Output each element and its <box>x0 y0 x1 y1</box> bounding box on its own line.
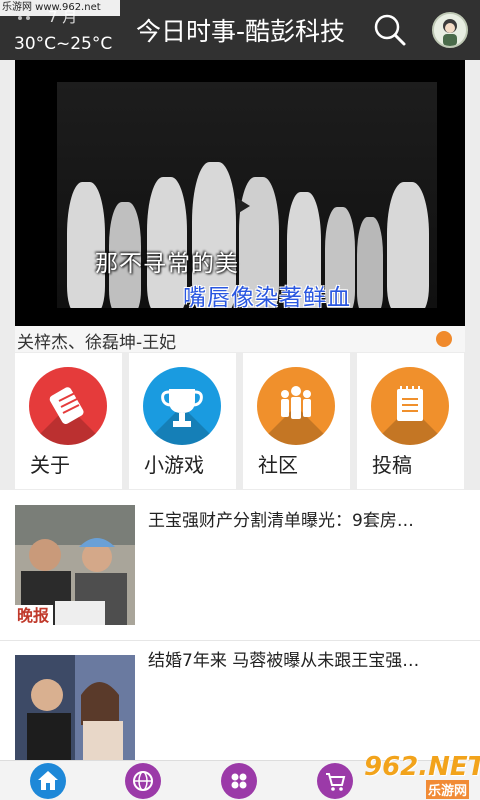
mannequin-shape <box>147 177 187 308</box>
home-icon[interactable] <box>30 763 66 799</box>
shortcut-minigame[interactable]: 小游戏 <box>129 353 236 489</box>
list-item[interactable]: 晚报 王宝强财产分割清单曝光：9套房… <box>0 490 480 638</box>
shortcut-community[interactable]: 社区 <box>243 353 350 489</box>
news-thumbnail[interactable]: 晚报 <box>15 505 135 625</box>
lyric-line-2: 嘴唇像染著鲜血 <box>183 285 351 308</box>
mannequin-shape <box>357 217 383 308</box>
play-icon[interactable] <box>228 192 256 220</box>
people-icon <box>257 367 335 445</box>
document-icon <box>371 367 449 445</box>
carousel-indicator[interactable] <box>436 331 452 347</box>
divider <box>0 640 480 641</box>
thumb-caption: 晚报 <box>17 606 49 625</box>
shortcut-label: 社区 <box>258 453 298 477</box>
scroll-icon <box>29 367 107 445</box>
lyric-line-1: 那不寻常的美 <box>95 251 239 277</box>
shortcut-label: 投稿 <box>372 453 412 477</box>
news-title[interactable]: 结婚7年来 马蓉被曝从未跟王宝强… <box>148 646 448 671</box>
trophy-icon <box>143 367 221 445</box>
video-frame[interactable]: 那不寻常的美 嘴唇像染著鲜血 <box>57 82 437 308</box>
news-list: 晚报 王宝强财产分割清单曝光：9套房… 结婚7年来 马蓉被曝从未跟王宝强… <box>0 490 480 760</box>
apps-icon[interactable] <box>221 763 257 799</box>
watermark-sub-text: 乐游网 <box>426 780 470 799</box>
watermark-bottom: 962.NET 乐游网 <box>360 752 480 799</box>
temperature-label: 30°C~25°C <box>14 34 113 54</box>
search-icon[interactable] <box>370 10 410 50</box>
watermark-logo-text: 962.NET <box>364 752 480 782</box>
mannequin-shape <box>387 182 429 308</box>
avatar-icon <box>434 14 466 46</box>
news-thumbnail[interactable] <box>15 655 135 760</box>
shortcut-label: 小游戏 <box>144 453 204 477</box>
globe-icon[interactable] <box>125 763 161 799</box>
avatar[interactable] <box>432 12 468 48</box>
shortcut-grid: 关于 小游戏 社区 投稿 <box>15 353 465 489</box>
shortcut-label: 关于 <box>30 453 70 477</box>
banner-caption-bar: 关梓杰、徐磊坤-王妃 <box>15 326 465 353</box>
shortcut-about[interactable]: 关于 <box>15 353 122 489</box>
banner-caption[interactable]: 关梓杰、徐磊坤-王妃 <box>17 328 176 353</box>
cart-icon[interactable] <box>317 763 353 799</box>
video-banner[interactable]: 那不寻常的美 嘴唇像染著鲜血 <box>15 60 465 326</box>
shortcut-submit[interactable]: 投稿 <box>357 353 464 489</box>
watermark-top: 乐游网 www.962.net <box>0 0 120 16</box>
page-title: 今日时事-酷彭科技 <box>136 17 346 46</box>
news-title[interactable]: 王宝强财产分割清单曝光：9套房… <box>148 506 448 531</box>
